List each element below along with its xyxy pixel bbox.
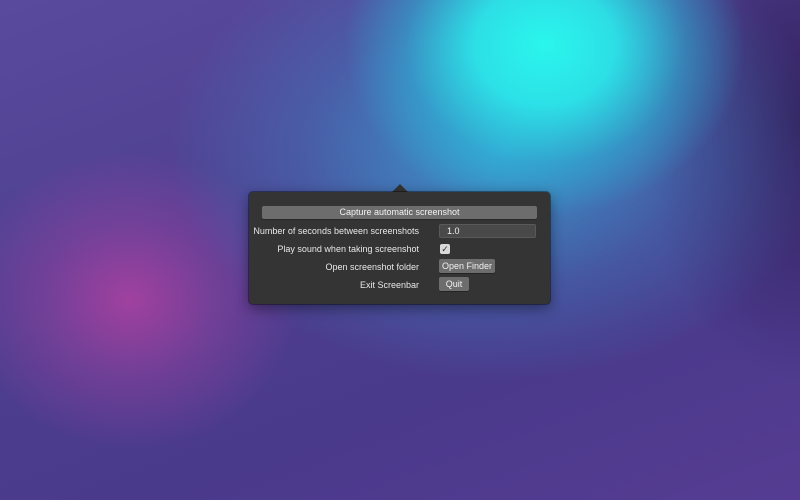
capture-screenshot-button[interactable]: Capture automatic screenshot	[262, 206, 537, 219]
play-sound-label: Play sound when taking screenshot	[277, 244, 419, 254]
screenbar-popover: Capture automatic screenshot Number of s…	[249, 192, 550, 304]
seconds-input[interactable]	[439, 224, 536, 238]
quit-button[interactable]: Quit	[439, 277, 469, 291]
checkmark-icon: ✓	[441, 244, 449, 254]
play-sound-checkbox[interactable]: ✓	[440, 244, 450, 254]
exit-label: Exit Screenbar	[359, 280, 419, 290]
seconds-label: Number of seconds between screenshots	[253, 226, 419, 236]
popover-arrow	[392, 184, 408, 192]
desktop-background: { "popover": { "capture_label": "Capture…	[0, 0, 800, 500]
open-finder-button[interactable]: Open Finder	[439, 259, 495, 273]
open-folder-label: Open screenshot folder	[325, 262, 419, 272]
